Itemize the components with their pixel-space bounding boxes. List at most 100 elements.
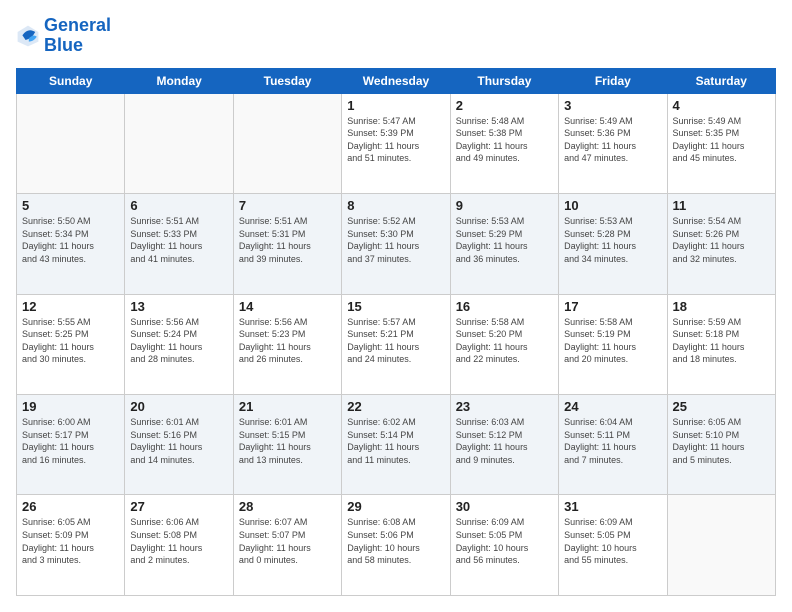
calendar-day: 30 Sunrise: 6:09 AM Sunset: 5:05 PM Dayli… [450, 495, 558, 596]
day-info: Sunrise: 5:56 AM Sunset: 5:24 PM Dayligh… [130, 316, 227, 366]
calendar-week-row: 1 Sunrise: 5:47 AM Sunset: 5:39 PM Daylig… [17, 93, 776, 193]
calendar-empty [17, 93, 125, 193]
calendar-day: 3 Sunrise: 5:49 AM Sunset: 5:36 PM Daylig… [559, 93, 667, 193]
day-number: 7 [239, 198, 336, 213]
calendar-empty [125, 93, 233, 193]
day-info: Sunrise: 5:49 AM Sunset: 5:35 PM Dayligh… [673, 115, 770, 165]
day-number: 2 [456, 98, 553, 113]
calendar-day: 5Sunrise: 5:50 AM Sunset: 5:34 PM Daylig… [17, 194, 125, 294]
day-number: 16 [456, 299, 553, 314]
weekday-row: SundayMondayTuesdayWednesdayThursdayFrid… [17, 68, 776, 93]
day-info: Sunrise: 5:51 AM Sunset: 5:33 PM Dayligh… [130, 215, 227, 265]
calendar-week-row: 5Sunrise: 5:50 AM Sunset: 5:34 PM Daylig… [17, 194, 776, 294]
day-info: Sunrise: 6:05 AM Sunset: 5:10 PM Dayligh… [673, 416, 770, 466]
day-number: 21 [239, 399, 336, 414]
day-info: Sunrise: 5:49 AM Sunset: 5:36 PM Dayligh… [564, 115, 661, 165]
calendar-day: 12 Sunrise: 5:55 AM Sunset: 5:25 PM Dayli… [17, 294, 125, 394]
weekday-header: Friday [559, 68, 667, 93]
calendar-day: 20 Sunrise: 6:01 AM Sunset: 5:16 PM Dayli… [125, 395, 233, 495]
day-number: 27 [130, 499, 227, 514]
day-info: Sunrise: 6:09 AM Sunset: 5:05 PM Dayligh… [564, 516, 661, 566]
day-number: 15 [347, 299, 444, 314]
day-info: Sunrise: 5:52 AM Sunset: 5:30 PM Dayligh… [347, 215, 444, 265]
day-info: Sunrise: 6:09 AM Sunset: 5:05 PM Dayligh… [456, 516, 553, 566]
day-number: 17 [564, 299, 661, 314]
day-number: 24 [564, 399, 661, 414]
calendar-empty [233, 93, 341, 193]
calendar-day: 16 Sunrise: 5:58 AM Sunset: 5:20 PM Dayli… [450, 294, 558, 394]
day-number: 25 [673, 399, 770, 414]
calendar-day: 31 Sunrise: 6:09 AM Sunset: 5:05 PM Dayli… [559, 495, 667, 596]
day-info: Sunrise: 6:05 AM Sunset: 5:09 PM Dayligh… [22, 516, 119, 566]
day-info: Sunrise: 5:53 AM Sunset: 5:29 PM Dayligh… [456, 215, 553, 265]
day-info: Sunrise: 5:47 AM Sunset: 5:39 PM Dayligh… [347, 115, 444, 165]
calendar-table: SundayMondayTuesdayWednesdayThursdayFrid… [16, 68, 776, 596]
calendar-week-row: 26 Sunrise: 6:05 AM Sunset: 5:09 PM Dayli… [17, 495, 776, 596]
day-number: 26 [22, 499, 119, 514]
calendar-day: 8 Sunrise: 5:52 AM Sunset: 5:30 PM Daylig… [342, 194, 450, 294]
day-number: 11 [673, 198, 770, 213]
day-info: Sunrise: 5:50 AM Sunset: 5:34 PM Dayligh… [22, 215, 119, 265]
calendar-day: 21Sunrise: 6:01 AM Sunset: 5:15 PM Dayli… [233, 395, 341, 495]
day-number: 1 [347, 98, 444, 113]
day-info: Sunrise: 6:04 AM Sunset: 5:11 PM Dayligh… [564, 416, 661, 466]
weekday-header: Saturday [667, 68, 775, 93]
day-number: 14 [239, 299, 336, 314]
day-info: Sunrise: 6:06 AM Sunset: 5:08 PM Dayligh… [130, 516, 227, 566]
calendar-day: 4 Sunrise: 5:49 AM Sunset: 5:35 PM Daylig… [667, 93, 775, 193]
day-number: 18 [673, 299, 770, 314]
calendar-day: 11 Sunrise: 5:54 AM Sunset: 5:26 PM Dayli… [667, 194, 775, 294]
calendar-day: 15 Sunrise: 5:57 AM Sunset: 5:21 PM Dayli… [342, 294, 450, 394]
day-number: 3 [564, 98, 661, 113]
weekday-header: Monday [125, 68, 233, 93]
page: General Blue SundayMondayTuesdayWednesda… [0, 0, 792, 612]
day-info: Sunrise: 5:57 AM Sunset: 5:21 PM Dayligh… [347, 316, 444, 366]
day-number: 13 [130, 299, 227, 314]
header: General Blue [16, 16, 776, 56]
day-number: 9 [456, 198, 553, 213]
day-info: Sunrise: 5:48 AM Sunset: 5:38 PM Dayligh… [456, 115, 553, 165]
weekday-header: Wednesday [342, 68, 450, 93]
calendar-day: 25 Sunrise: 6:05 AM Sunset: 5:10 PM Dayli… [667, 395, 775, 495]
day-info: Sunrise: 6:03 AM Sunset: 5:12 PM Dayligh… [456, 416, 553, 466]
calendar-day: 22 Sunrise: 6:02 AM Sunset: 5:14 PM Dayli… [342, 395, 450, 495]
calendar-day: 2 Sunrise: 5:48 AM Sunset: 5:38 PM Daylig… [450, 93, 558, 193]
day-info: Sunrise: 5:58 AM Sunset: 5:20 PM Dayligh… [456, 316, 553, 366]
calendar-day: 1 Sunrise: 5:47 AM Sunset: 5:39 PM Daylig… [342, 93, 450, 193]
calendar-day: 27 Sunrise: 6:06 AM Sunset: 5:08 PM Dayli… [125, 495, 233, 596]
day-number: 4 [673, 98, 770, 113]
day-info: Sunrise: 5:54 AM Sunset: 5:26 PM Dayligh… [673, 215, 770, 265]
logo: General Blue [16, 16, 111, 56]
day-number: 20 [130, 399, 227, 414]
day-number: 6 [130, 198, 227, 213]
calendar-week-row: 12 Sunrise: 5:55 AM Sunset: 5:25 PM Dayli… [17, 294, 776, 394]
day-info: Sunrise: 6:02 AM Sunset: 5:14 PM Dayligh… [347, 416, 444, 466]
day-info: Sunrise: 5:58 AM Sunset: 5:19 PM Dayligh… [564, 316, 661, 366]
day-info: Sunrise: 6:08 AM Sunset: 5:06 PM Dayligh… [347, 516, 444, 566]
weekday-header: Sunday [17, 68, 125, 93]
day-number: 29 [347, 499, 444, 514]
calendar-day: 7Sunrise: 5:51 AM Sunset: 5:31 PM Daylig… [233, 194, 341, 294]
day-number: 10 [564, 198, 661, 213]
day-number: 19 [22, 399, 119, 414]
calendar-day: 13 Sunrise: 5:56 AM Sunset: 5:24 PM Dayli… [125, 294, 233, 394]
calendar-day: 17 Sunrise: 5:58 AM Sunset: 5:19 PM Dayli… [559, 294, 667, 394]
calendar-empty [667, 495, 775, 596]
day-number: 22 [347, 399, 444, 414]
day-info: Sunrise: 5:59 AM Sunset: 5:18 PM Dayligh… [673, 316, 770, 366]
calendar-day: 6 Sunrise: 5:51 AM Sunset: 5:33 PM Daylig… [125, 194, 233, 294]
day-info: Sunrise: 5:55 AM Sunset: 5:25 PM Dayligh… [22, 316, 119, 366]
calendar-day: 18 Sunrise: 5:59 AM Sunset: 5:18 PM Dayli… [667, 294, 775, 394]
calendar-body: 1 Sunrise: 5:47 AM Sunset: 5:39 PM Daylig… [17, 93, 776, 595]
calendar-week-row: 19Sunrise: 6:00 AM Sunset: 5:17 PM Dayli… [17, 395, 776, 495]
day-info: Sunrise: 6:01 AM Sunset: 5:16 PM Dayligh… [130, 416, 227, 466]
calendar-day: 14Sunrise: 5:56 AM Sunset: 5:23 PM Dayli… [233, 294, 341, 394]
day-number: 28 [239, 499, 336, 514]
day-number: 12 [22, 299, 119, 314]
day-number: 8 [347, 198, 444, 213]
day-number: 31 [564, 499, 661, 514]
calendar-day: 29 Sunrise: 6:08 AM Sunset: 5:06 PM Dayli… [342, 495, 450, 596]
calendar-day: 26 Sunrise: 6:05 AM Sunset: 5:09 PM Dayli… [17, 495, 125, 596]
logo-text: General Blue [44, 16, 111, 56]
day-number: 30 [456, 499, 553, 514]
